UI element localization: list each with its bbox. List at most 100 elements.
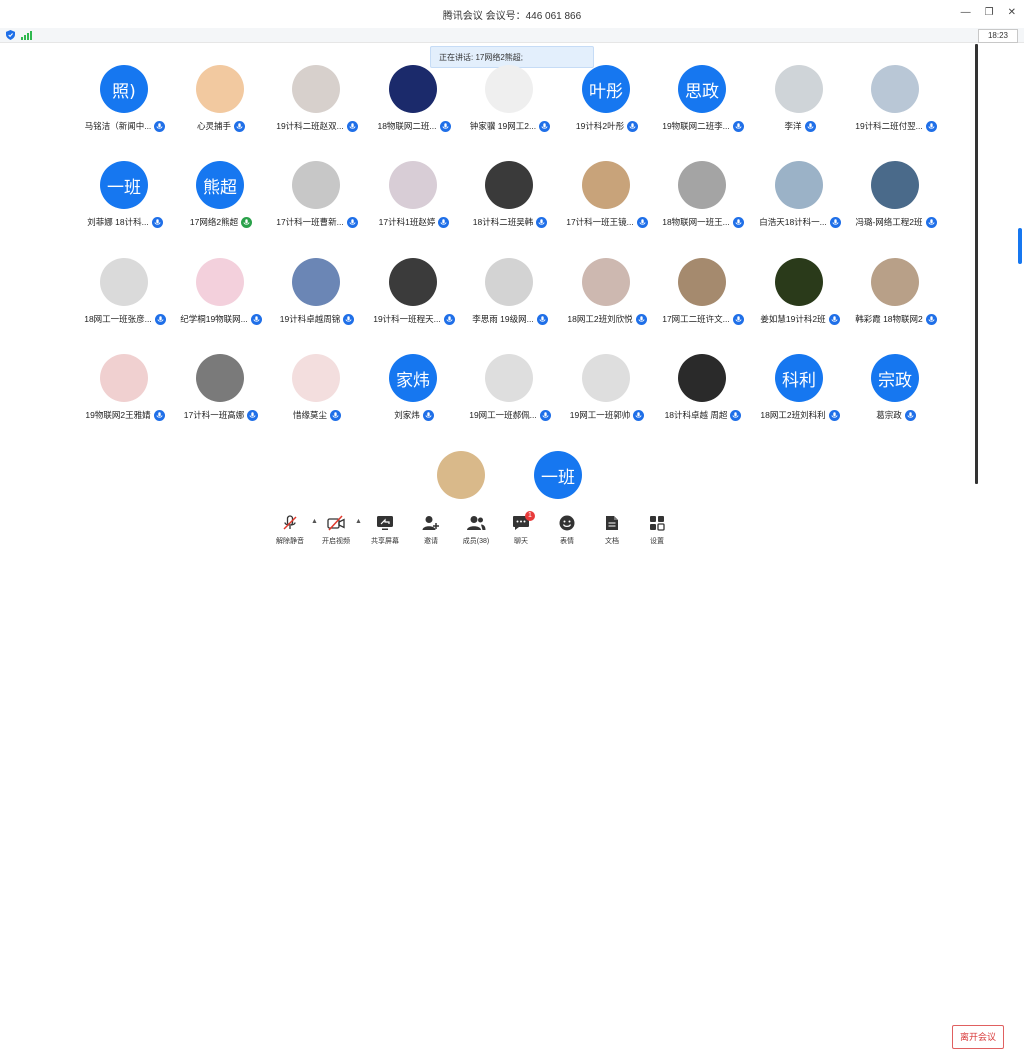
participant-tile[interactable]: 19网工一班郭帅 [557,344,657,434]
participant-tile[interactable]: 心灵捕手 [171,55,271,145]
avatar [389,65,437,113]
participant-name-row: 17网工二班许文... [653,312,753,326]
close-icon[interactable]: ✕ [1008,7,1016,18]
participant-tile[interactable]: 李思雨 19级网... [460,248,560,338]
avatar [292,258,340,306]
participant-name: 19计科二班赵双... [276,121,344,131]
participant-name: 17计科一班曹新... [276,217,344,227]
mic-icon [633,409,645,421]
participant-tile[interactable]: 惜缘莫尘 [267,344,367,434]
participant-tile[interactable]: 17计科1班赵婷 [364,151,464,241]
toolbar-label: 文档 [605,538,619,545]
participant-name-row: 19网工一班郝佩... [460,408,560,422]
participant-tile[interactable]: 17网工二班许文... [653,248,753,338]
unmute-button[interactable]: 解除静音 [268,514,312,546]
mic-icon [539,409,551,421]
scrollbar-track[interactable] [975,44,978,484]
participant-name: 19物联网2王雅婧 [85,410,151,420]
invite-button[interactable]: 邀请 [409,514,453,546]
toolbar-label: 成员(38) [462,538,490,545]
avatar [871,161,919,209]
participant-name-row: 19计科卓越周锦 [267,312,367,326]
participant-tile[interactable]: 科利 18网工2班刘科利 [750,344,850,434]
avatar [775,65,823,113]
members-button[interactable]: 成员(38) [454,514,498,546]
participant-tile[interactable]: 叶彤 19计科2叶彤 [557,55,657,145]
participant-name-row: 韩彩霞 18物联网2 [846,312,946,326]
participant-name-row: 17计科1班赵婷 [364,215,464,229]
participant-name-row: 19计科2叶彤 [557,119,657,133]
participant-tile[interactable]: 李洋 [750,55,850,145]
network-signal-icon[interactable] [21,30,32,40]
participant-tile[interactable]: 照) 马铭洁（新闻中... [75,55,175,145]
participant-name-row: 刘家炜 [364,408,464,422]
toolbar-label: 解除静音 [276,538,304,545]
participant-tile[interactable]: 19计科一班程天... [364,248,464,338]
participant-tile[interactable]: 18网工一班张彦... [75,248,175,338]
toolbar-label: 表情 [560,538,574,545]
mic-icon [153,409,165,421]
participant-name: 刘家炜 [394,410,420,420]
emoji-button[interactable]: 表情 [545,514,589,546]
participant-tile[interactable]: 19计科二班赵双... [267,55,367,145]
participant-tile[interactable]: 纪学桐19物联网... [171,248,271,338]
mic-icon [732,313,744,325]
start-video-button[interactable]: 开启视频 [314,514,358,546]
participant-tile[interactable]: 18物联网二班... [364,55,464,145]
share-screen-button[interactable]: 共享屏幕 [363,514,407,546]
participant-name: 18网工一班张彦... [84,314,152,324]
settings-button[interactable]: 设置 [635,514,679,546]
participant-name: 姜如慧19计科2班 [760,314,826,324]
participant-tile[interactable]: 宗政葛宗政 [846,344,946,434]
participant-tile[interactable]: 18物联网一班王... [653,151,753,241]
participant-tile[interactable]: 19物联网2王雅婧 [75,344,175,434]
participant-tile[interactable]: 家炜 刘家炜 [364,344,464,434]
toolbar-label: 邀请 [424,538,438,545]
participant-name-row: 姜如慧19计科2班 [750,312,850,326]
participant-tile[interactable]: 19计科二班付翌... [846,55,946,145]
participant-name: 19计科2叶彤 [575,121,625,131]
participant-tile[interactable]: 一班 刘菲娜 18计科... [75,151,175,241]
avatar [485,65,533,113]
participant-tile[interactable]: 17计科一班王镜... [557,151,657,241]
participant-tile[interactable]: 熊超 17网络2熊超 [171,151,271,241]
participant-tile[interactable]: 17计科一班曹新... [267,151,367,241]
participant-name-row: 心灵捕手 [171,119,271,133]
participant-tile[interactable]: 18计科二班吴韩 [460,151,560,241]
avatar [678,354,726,402]
scrollbar-thumb[interactable] [1018,228,1022,264]
participant-name: 18物联网一班王... [662,217,730,227]
mic-icon [925,313,937,325]
mic-icon [635,313,647,325]
settings-grid-icon [635,514,679,532]
shield-icon[interactable] [6,30,15,40]
participant-tile[interactable]: 19计科卓越周锦 [267,248,367,338]
avatar: 科利 [775,354,823,402]
participant-name-row: 刘菲娜 18计科... [75,215,175,229]
participant-tile[interactable]: 白浩天18计科一... [750,151,850,241]
participant-tile[interactable]: 韩彩霞 18物联网2 [846,248,946,338]
participant-tile[interactable]: 冯璐-网络工程2班 [846,151,946,241]
participant-tile[interactable]: 思政 19物联网二班李... [653,55,753,145]
mic-icon [346,120,358,132]
leave-meeting-button[interactable]: 离开会议 [952,1025,1004,1049]
video-options-caret-icon[interactable]: ▲ [355,518,362,525]
participant-tile[interactable]: 18网工2班刘欣悦 [557,248,657,338]
restore-icon[interactable]: ❐ [985,7,994,18]
participant-name-row: 18物联网一班王... [653,215,753,229]
minimize-icon[interactable]: — [961,7,971,18]
participant-tile[interactable]: 钟家骥 19网工2... [460,55,560,145]
participant-tile[interactable]: 姜如慧19计科2班 [750,248,850,338]
participant-tile[interactable]: 19网工一班郝佩... [460,344,560,434]
mic-icon [627,120,639,132]
participant-name: 葛宗政 [876,410,902,420]
avatar [437,451,485,499]
chat-button[interactable]: 1 聊天 [499,511,543,546]
participant-tile[interactable]: 17计科一班高娜 [171,344,271,434]
documents-button[interactable]: 文档 [590,514,634,546]
avatar: 宗政 [871,354,919,402]
participant-name: 18计科卓越 周超 [664,410,728,420]
window-controls: — ❐ ✕ [961,7,1016,18]
mic-icon [234,120,245,132]
participant-tile[interactable]: 18计科卓越 周超 [653,344,753,434]
